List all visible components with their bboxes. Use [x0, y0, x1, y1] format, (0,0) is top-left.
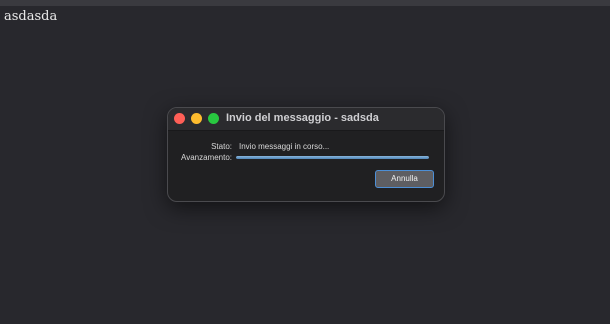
cancel-button[interactable]: Annulla	[375, 170, 434, 188]
progress-bar-fill	[236, 156, 429, 159]
dialog-titlebar[interactable]: Invio del messaggio - sadsda	[168, 108, 444, 131]
dialog-title: Invio del messaggio - sadsda	[226, 112, 379, 124]
maximize-window-button[interactable]	[208, 113, 219, 124]
send-progress-dialog: Invio del messaggio - sadsda Stato: Invi…	[167, 107, 445, 202]
status-value: Invio messaggi in corso...	[239, 142, 330, 151]
close-window-button[interactable]	[174, 113, 185, 124]
status-label: Stato:	[211, 142, 232, 151]
top-window-edge	[0, 0, 610, 6]
progress-bar	[236, 156, 429, 159]
window-title-text: asdasda	[4, 9, 58, 24]
minimize-window-button[interactable]	[191, 113, 202, 124]
progress-label: Avanzamento:	[181, 153, 232, 162]
